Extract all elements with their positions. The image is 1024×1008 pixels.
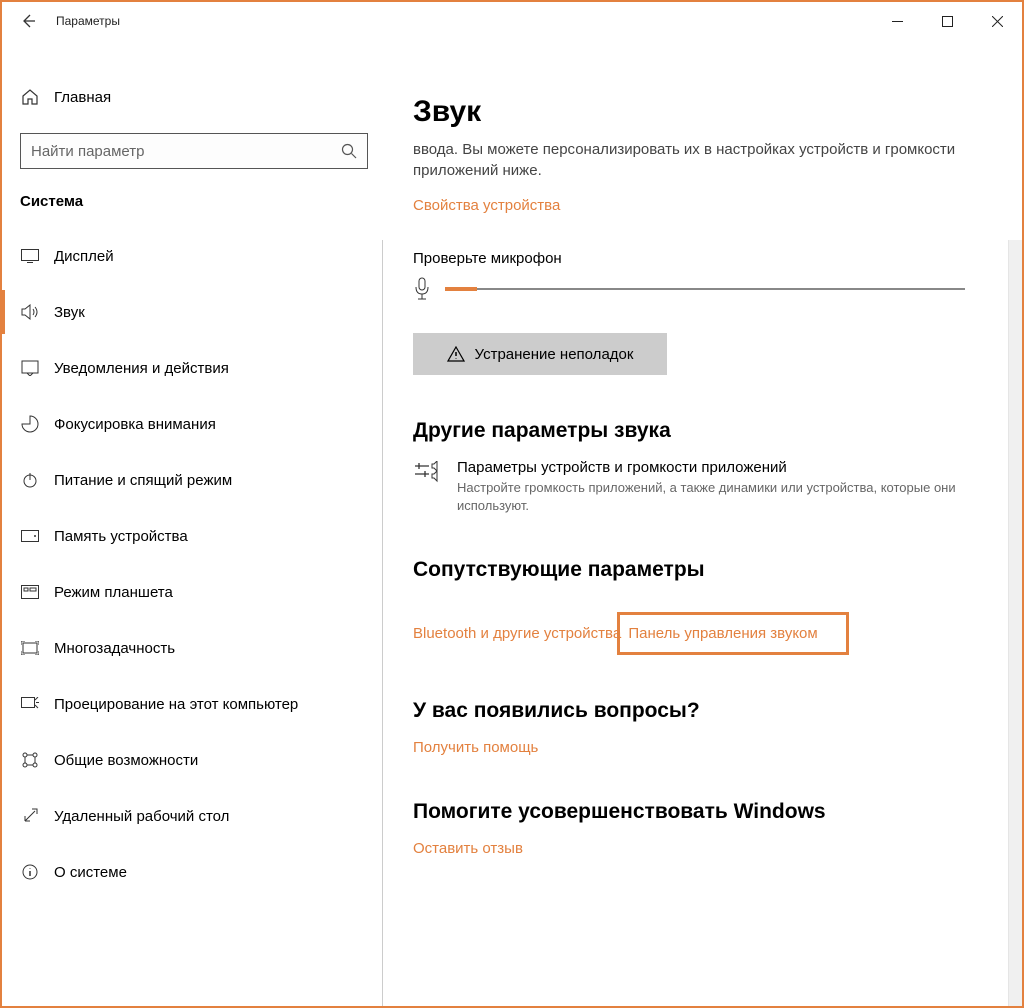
sidebar-item-shared[interactable]: Общие возможности	[2, 732, 382, 788]
project-icon	[20, 697, 40, 711]
warning-icon	[447, 346, 465, 362]
sidebar-item-label: Режим планшета	[54, 584, 173, 601]
microphone-icon	[413, 277, 431, 301]
home-label: Главная	[54, 89, 111, 106]
sidebar-item-label: Удаленный рабочий стол	[54, 808, 229, 825]
feedback-heading: Помогите усовершенствовать Windows	[413, 800, 992, 824]
mic-check-label: Проверьте микрофон	[413, 250, 992, 267]
power-icon	[20, 472, 40, 488]
sidebar-item-label: Многозадачность	[54, 640, 175, 657]
bluetooth-link[interactable]: Bluetooth и другие устройства	[413, 625, 621, 642]
troubleshoot-label: Устранение неполадок	[475, 346, 634, 363]
sidebar-item-label: Питание и спящий режим	[54, 472, 232, 489]
mic-level-bar	[445, 288, 965, 290]
remote-icon	[20, 808, 40, 824]
content-area: Звук ввода. Вы можете персонализировать …	[382, 40, 1022, 1006]
window-controls	[872, 2, 1022, 40]
notifications-icon	[20, 360, 40, 376]
sidebar-item-label: Память устройства	[54, 528, 188, 545]
back-button[interactable]	[20, 13, 36, 29]
sidebar-item-storage[interactable]: Память устройства	[2, 508, 382, 564]
troubleshoot-button[interactable]: Устранение неполадок	[413, 333, 667, 375]
app-volume-desc: Настройте громкость приложений, а также …	[457, 479, 992, 514]
sidebar-item-label: Дисплей	[54, 248, 114, 265]
minimize-button[interactable]	[872, 2, 922, 40]
help-heading: У вас появились вопросы?	[413, 699, 992, 723]
device-properties-link[interactable]: Свойства устройства	[413, 197, 560, 214]
tablet-icon	[20, 585, 40, 599]
sidebar-item-focus[interactable]: Фокусировка внимания	[2, 396, 382, 452]
close-button[interactable]	[972, 2, 1022, 40]
sidebar-item-multitask[interactable]: Многозадачность	[2, 620, 382, 676]
focus-icon	[20, 415, 40, 433]
sidebar-section-header: Система	[2, 191, 382, 228]
sidebar-item-display[interactable]: Дисплей	[2, 228, 382, 284]
sound-control-panel-link[interactable]: Панель управления звуком	[628, 625, 817, 642]
multitask-icon	[20, 641, 40, 655]
info-icon	[20, 864, 40, 880]
sidebar-item-label: Общие возможности	[54, 752, 198, 769]
get-help-link[interactable]: Получить помощь	[413, 739, 538, 756]
sound-icon	[20, 304, 40, 320]
search-box[interactable]	[20, 133, 368, 169]
settings-window: Параметры Главная	[0, 0, 1024, 1008]
home-nav[interactable]: Главная	[2, 75, 382, 119]
app-volume-row[interactable]: Параметры устройств и громкости приложен…	[413, 459, 992, 514]
app-volume-title: Параметры устройств и громкости приложен…	[457, 459, 992, 476]
window-title: Параметры	[56, 14, 120, 28]
storage-icon	[20, 530, 40, 542]
highlighted-link-box: Панель управления звуком	[617, 612, 848, 655]
intro-text: ввода. Вы можете персонализировать их в …	[413, 139, 992, 181]
sidebar-item-sound[interactable]: Звук	[2, 284, 382, 340]
sidebar-item-about[interactable]: О системе	[2, 844, 382, 900]
scrollbar[interactable]	[1008, 240, 1022, 1006]
shared-icon	[20, 751, 40, 769]
sidebar-item-remote[interactable]: Удаленный рабочий стол	[2, 788, 382, 844]
sidebar-item-power[interactable]: Питание и спящий режим	[2, 452, 382, 508]
sidebar: Главная Система Дисплей Звук Уведомления…	[2, 40, 382, 1006]
other-params-heading: Другие параметры звука	[413, 419, 992, 443]
mixer-icon	[413, 459, 439, 483]
leave-feedback-link[interactable]: Оставить отзыв	[413, 840, 523, 857]
sidebar-item-label: Уведомления и действия	[54, 360, 229, 377]
sidebar-item-label: О системе	[54, 864, 127, 881]
sidebar-item-label: Проецирование на этот компьютер	[54, 696, 298, 713]
sidebar-item-tablet[interactable]: Режим планшета	[2, 564, 382, 620]
search-input[interactable]	[31, 143, 341, 160]
display-icon	[20, 249, 40, 263]
maximize-button[interactable]	[922, 2, 972, 40]
search-icon	[341, 143, 357, 159]
sidebar-item-notifications[interactable]: Уведомления и действия	[2, 340, 382, 396]
titlebar: Параметры	[2, 2, 1022, 40]
sidebar-item-label: Фокусировка внимания	[54, 416, 216, 433]
sidebar-item-projecting[interactable]: Проецирование на этот компьютер	[2, 676, 382, 732]
mic-test-row	[413, 277, 992, 301]
related-heading: Сопутствующие параметры	[413, 558, 992, 582]
page-title: Звук	[413, 95, 992, 129]
sidebar-item-label: Звук	[54, 304, 85, 321]
home-icon	[20, 88, 40, 106]
